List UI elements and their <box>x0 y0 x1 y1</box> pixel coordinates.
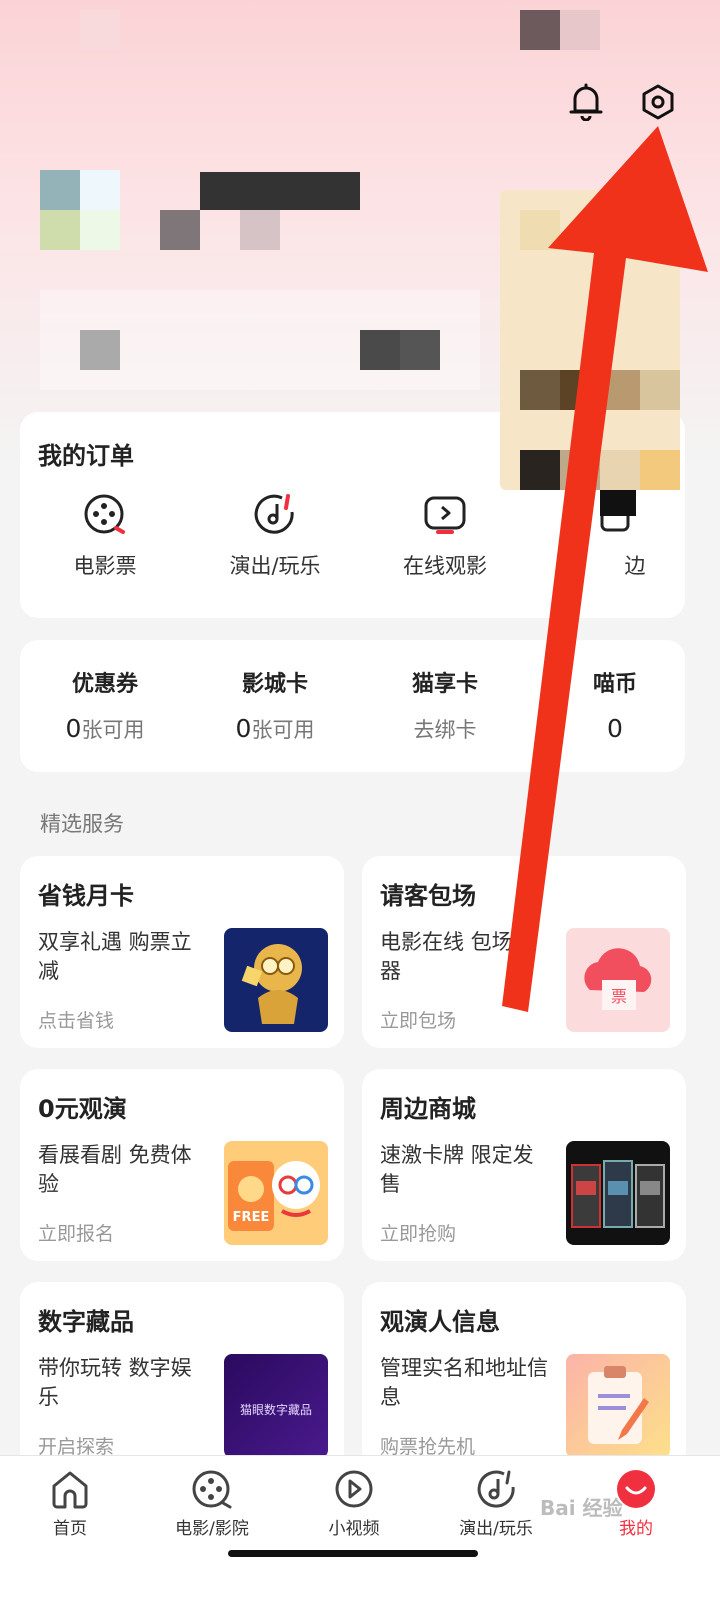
annotation-arrow-icon <box>502 126 708 1012</box>
